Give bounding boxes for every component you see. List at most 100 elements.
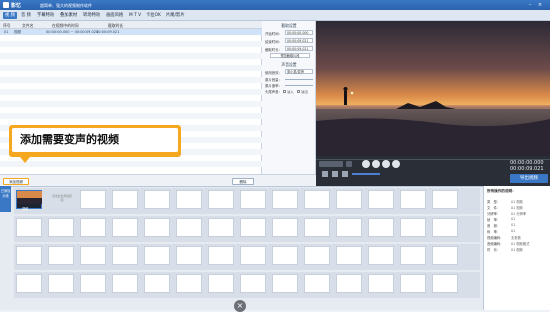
empty-slot[interactable] bbox=[112, 218, 138, 237]
close-window-icon[interactable]: × bbox=[537, 2, 543, 8]
empty-slot[interactable] bbox=[176, 274, 202, 293]
add-video-button[interactable]: 添加视频 bbox=[3, 177, 29, 185]
preview-cut-button[interactable]: 预览截取片段 bbox=[270, 53, 310, 58]
empty-slot[interactable] bbox=[240, 218, 266, 237]
empty-slot[interactable] bbox=[144, 274, 170, 293]
delete-button[interactable]: 删除 bbox=[232, 177, 254, 185]
drop-hint[interactable]: 双击此处添加视频 bbox=[51, 194, 73, 202]
menu-transition[interactable]: 转场特效 bbox=[81, 12, 102, 19]
empty-slot[interactable] bbox=[80, 246, 106, 265]
empty-slot[interactable] bbox=[208, 246, 234, 265]
voice-effect-select[interactable]: 男小男/变声 bbox=[285, 69, 313, 74]
play-icon[interactable] bbox=[362, 160, 370, 168]
empty-slot[interactable] bbox=[304, 218, 330, 237]
empty-slot[interactable] bbox=[144, 218, 170, 237]
empty-slot[interactable] bbox=[304, 190, 330, 209]
end-time-input[interactable]: 00:00:09.021 bbox=[285, 38, 313, 43]
speed-slider[interactable] bbox=[285, 85, 313, 86]
info-value: 无参数 bbox=[511, 236, 521, 240]
menu-style[interactable]: 画面风格 bbox=[104, 12, 125, 19]
start-time-input[interactable]: 00:00:00.000 bbox=[285, 30, 313, 35]
fade-in-checkbox[interactable] bbox=[283, 89, 286, 93]
empty-slot[interactable] bbox=[240, 246, 266, 265]
col-filename[interactable]: 文件名 bbox=[22, 23, 33, 29]
empty-slot[interactable] bbox=[368, 274, 394, 293]
start-time-label: 开始时间： bbox=[265, 32, 282, 36]
empty-slot[interactable] bbox=[16, 246, 42, 265]
menu-audio[interactable]: 音 频 bbox=[19, 12, 33, 19]
empty-slot[interactable] bbox=[432, 246, 458, 265]
empty-slot[interactable] bbox=[432, 218, 458, 237]
empty-slot[interactable] bbox=[208, 190, 234, 209]
stop-icon[interactable] bbox=[372, 160, 380, 168]
empty-slot[interactable] bbox=[48, 246, 74, 265]
menu-subtitle[interactable]: 字幕特效 bbox=[35, 12, 56, 19]
empty-slot[interactable] bbox=[80, 218, 106, 237]
empty-slot[interactable] bbox=[80, 274, 106, 293]
empty-slot[interactable] bbox=[112, 274, 138, 293]
empty-slot[interactable] bbox=[144, 190, 170, 209]
duration-input[interactable]: 00:00:09.021 bbox=[285, 46, 313, 51]
empty-slot[interactable] bbox=[432, 274, 458, 293]
menu-ending[interactable]: 片尾/影片 bbox=[164, 12, 187, 19]
video-preview[interactable] bbox=[316, 21, 550, 156]
menu-overlay[interactable]: 叠加素材 bbox=[58, 12, 79, 19]
minimize-icon[interactable]: – bbox=[527, 2, 533, 8]
empty-slot[interactable] bbox=[16, 274, 42, 293]
empty-slot[interactable] bbox=[240, 190, 266, 209]
volume-bar[interactable] bbox=[352, 173, 380, 175]
empty-slot[interactable] bbox=[16, 218, 42, 237]
prev-icon[interactable] bbox=[382, 160, 390, 168]
video-clip-thumbnail[interactable] bbox=[16, 190, 42, 209]
col-index[interactable]: 序号 bbox=[3, 23, 11, 29]
empty-slot[interactable] bbox=[176, 190, 202, 209]
empty-slot[interactable] bbox=[80, 190, 106, 209]
empty-slot[interactable] bbox=[272, 190, 298, 209]
col-time[interactable]: 在视频中的时间 bbox=[52, 23, 79, 29]
empty-slot[interactable] bbox=[400, 190, 426, 209]
empty-slot[interactable] bbox=[272, 218, 298, 237]
table-row-selected[interactable]: 01 视频 00:00:00.000 ~ 00:00:09.021 00:00:… bbox=[0, 29, 262, 35]
menu-karaoke[interactable]: 卡拉OK bbox=[144, 12, 163, 19]
empty-slot[interactable] bbox=[272, 274, 298, 293]
empty-slot[interactable] bbox=[304, 274, 330, 293]
empty-slot[interactable] bbox=[48, 274, 74, 293]
empty-slot[interactable] bbox=[304, 246, 330, 265]
snapshot-icon[interactable] bbox=[322, 171, 328, 177]
empty-slot[interactable] bbox=[368, 218, 394, 237]
empty-slot[interactable] bbox=[336, 246, 362, 265]
empty-slot[interactable] bbox=[240, 274, 266, 293]
empty-slot[interactable] bbox=[368, 190, 394, 209]
menu-video[interactable]: 视 频 bbox=[3, 12, 17, 19]
next-icon[interactable] bbox=[392, 160, 400, 168]
empty-slot[interactable] bbox=[176, 246, 202, 265]
empty-slot[interactable] bbox=[208, 274, 234, 293]
volume-slider[interactable] bbox=[285, 79, 313, 80]
fullscreen-icon[interactable] bbox=[342, 171, 348, 177]
empty-slot[interactable] bbox=[336, 274, 362, 293]
empty-slot[interactable] bbox=[400, 246, 426, 265]
close-overlay-icon[interactable]: × bbox=[234, 300, 246, 312]
empty-slot[interactable] bbox=[336, 218, 362, 237]
empty-slot[interactable] bbox=[368, 246, 394, 265]
app-subtitle: 超简单、强大的视频制作软件 bbox=[40, 2, 92, 8]
empty-slot[interactable] bbox=[176, 218, 202, 237]
empty-slot[interactable] bbox=[400, 274, 426, 293]
fade-out-checkbox[interactable] bbox=[297, 89, 300, 93]
empty-slot[interactable] bbox=[272, 246, 298, 265]
folder-icon[interactable] bbox=[332, 171, 338, 177]
export-video-button[interactable]: 导出视频 bbox=[510, 174, 548, 183]
empty-slot[interactable] bbox=[144, 246, 170, 265]
timeline-side-tab[interactable]: 已添加片段 bbox=[0, 186, 11, 212]
empty-slot[interactable] bbox=[432, 190, 458, 209]
empty-slot[interactable] bbox=[112, 246, 138, 265]
volume-icon[interactable] bbox=[346, 161, 352, 167]
empty-slot[interactable] bbox=[336, 190, 362, 209]
empty-slot[interactable] bbox=[112, 190, 138, 209]
empty-slot[interactable] bbox=[400, 218, 426, 237]
menu-mtv[interactable]: M T V bbox=[127, 12, 143, 19]
speed-toggle[interactable] bbox=[319, 161, 343, 167]
col-duration[interactable]: 截取时长 bbox=[108, 23, 123, 29]
empty-slot[interactable] bbox=[208, 218, 234, 237]
empty-slot[interactable] bbox=[48, 218, 74, 237]
